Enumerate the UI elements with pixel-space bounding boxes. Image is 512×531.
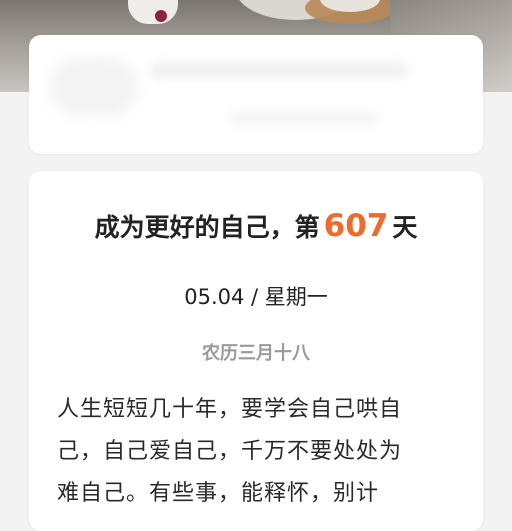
day-count: 607 bbox=[323, 208, 389, 244]
blurred-text-line bbox=[229, 111, 379, 125]
title-suffix: 天 bbox=[392, 213, 418, 242]
quote-line: 己，自己爱自己，千万不要处处为 bbox=[57, 439, 403, 464]
date-weekday: 05.04 / 星期一 bbox=[184, 285, 328, 309]
photo-berry bbox=[155, 10, 167, 22]
blurred-avatar bbox=[49, 57, 139, 117]
day-counter-title: 成为更好的自己，第 607 天 bbox=[0, 208, 512, 246]
title-prefix: 成为更好的自己，第 bbox=[94, 213, 320, 242]
blurred-info-card[interactable] bbox=[29, 35, 483, 154]
photo-cup bbox=[128, 0, 178, 24]
lunar-date: 农历三月十八 bbox=[202, 343, 310, 364]
quote-text: 人生短短几十年，要学会自己哄自 己，自己爱自己，千万不要处处为 难自己。有些事，… bbox=[57, 389, 457, 515]
quote-line: 人生短短几十年，要学会自己哄自 bbox=[57, 397, 403, 422]
blurred-text-line bbox=[149, 61, 409, 79]
quote-line: 难自己。有些事，能释怀，别计 bbox=[57, 481, 380, 506]
